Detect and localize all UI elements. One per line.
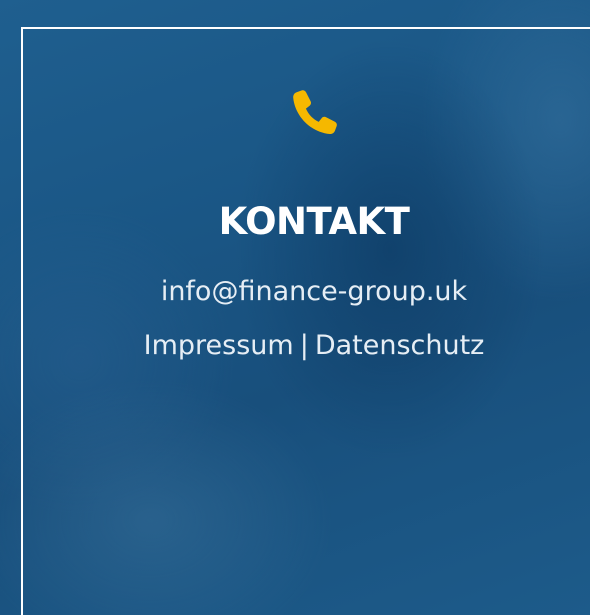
phone-icon	[292, 89, 338, 135]
email-link[interactable]: info@finance-group.uk	[21, 272, 590, 312]
datenschutz-link[interactable]: Datenschutz	[315, 330, 485, 361]
link-separator: |	[299, 330, 309, 361]
contact-heading: KONTAKT	[218, 200, 410, 243]
footer-links: Impressum | Datenschutz	[21, 326, 590, 366]
impressum-link[interactable]: Impressum	[144, 330, 294, 361]
